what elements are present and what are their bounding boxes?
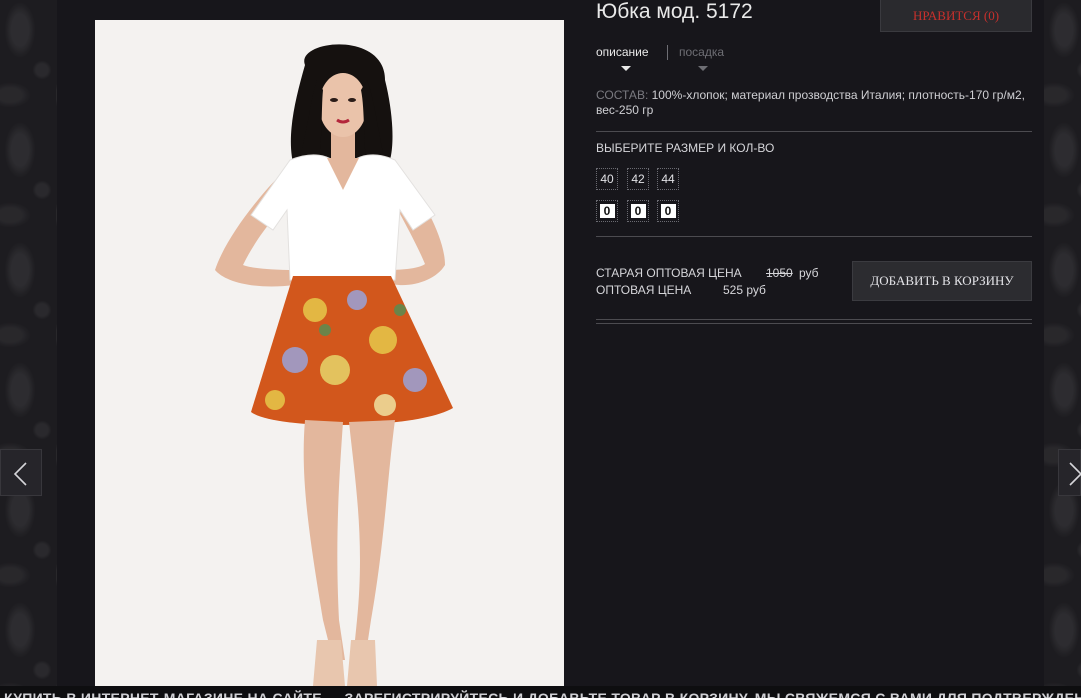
tab-fit[interactable]: посадка: [679, 45, 724, 59]
ticker-text: КУПИТЬ В ИНТЕРНЕТ-МАГАЗИНЕ НА САЙТЕ — ЗА…: [4, 690, 1081, 698]
old-price-label: СТАРАЯ ОПТОВАЯ ЦЕНА: [596, 266, 742, 280]
price-row: ОПТОВАЯ ЦЕНА 525 руб: [596, 282, 836, 298]
composition-label: СОСТАВ:: [596, 88, 649, 102]
divider: [596, 131, 1032, 132]
product-photo[interactable]: [95, 20, 564, 686]
old-price-row: СТАРАЯ ОПТОВАЯ ЦЕНА 1050 руб: [596, 265, 836, 281]
old-price-currency: руб: [799, 266, 819, 280]
info-ticker: КУПИТЬ В ИНТЕРНЕТ-МАГАЗИНЕ НА САЙТЕ — ЗА…: [0, 686, 1081, 698]
size-section-title: ВЫБЕРИТЕ РАЗМЕР И КОЛ-ВО: [596, 141, 775, 155]
product-title: Юбка мод. 5172: [596, 0, 753, 23]
model-illustration: [95, 20, 564, 686]
size-option-44[interactable]: 44: [657, 168, 679, 190]
left-ornament-background: [0, 0, 58, 698]
chevron-left-icon: [13, 462, 27, 486]
divider: [596, 319, 1032, 320]
divider: [596, 323, 1032, 324]
prev-product-button[interactable]: [0, 449, 42, 496]
quantity-input-42[interactable]: [630, 204, 646, 218]
right-ornament-background: [1043, 0, 1081, 698]
old-price-value: 1050: [766, 266, 793, 280]
quantity-box-44: [657, 200, 679, 222]
size-option-40[interactable]: 40: [596, 168, 618, 190]
price-label: ОПТОВАЯ ЦЕНА: [596, 283, 692, 297]
price-value: 525 руб: [723, 283, 766, 297]
quantity-box-42: [627, 200, 649, 222]
size-option-42[interactable]: 42: [627, 168, 649, 190]
quantity-input-44[interactable]: [660, 204, 676, 218]
chevron-right-icon: [1069, 462, 1081, 486]
like-button[interactable]: НРАВИТСЯ (0): [880, 0, 1032, 32]
composition-value: 100%-хлопок; материал прозводства Италия…: [596, 88, 1026, 117]
composition-text: СОСТАВ: 100%-хлопок; материал прозводств…: [596, 88, 1026, 118]
next-product-button[interactable]: [1058, 449, 1081, 496]
triangle-down-icon: [698, 66, 708, 71]
tab-description[interactable]: описание: [596, 45, 649, 59]
quantity-input-40[interactable]: [599, 204, 615, 218]
add-to-cart-button[interactable]: ДОБАВИТЬ В КОРЗИНУ: [852, 261, 1032, 301]
quantity-box-40: [596, 200, 618, 222]
triangle-down-icon: [621, 66, 631, 71]
tab-divider: [667, 45, 668, 60]
divider: [596, 236, 1032, 237]
